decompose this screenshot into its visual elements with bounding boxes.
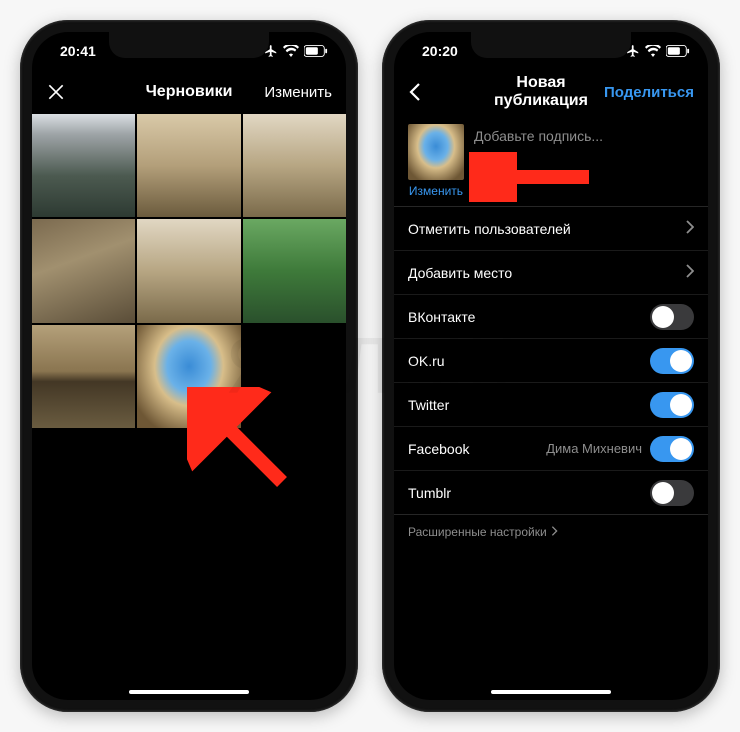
chevron-right-icon (551, 525, 558, 539)
wifi-icon (283, 45, 299, 57)
close-button[interactable] (46, 82, 116, 102)
status-time: 20:41 (60, 43, 96, 59)
nav-title: Черновики (116, 83, 262, 101)
home-indicator (129, 690, 249, 694)
twitter-toggle[interactable] (650, 392, 694, 418)
facebook-account: Дима Михневич (546, 441, 642, 456)
row-tumblr: Tumblr (394, 471, 708, 515)
row-vk: ВКонтакте (394, 295, 708, 339)
close-icon (46, 82, 66, 102)
facebook-toggle[interactable] (650, 436, 694, 462)
notch (471, 32, 631, 58)
nav-title: Новая публикация (478, 74, 604, 110)
advanced-settings[interactable]: Расширенные настройки (394, 515, 708, 549)
notch (109, 32, 269, 58)
draft-thumb[interactable] (243, 114, 346, 217)
edit-button[interactable]: Изменить (262, 84, 332, 101)
row-label: ВКонтакте (408, 309, 475, 325)
chevron-left-icon (408, 82, 422, 102)
draft-thumb[interactable] (32, 219, 135, 322)
row-label: Добавить место (408, 265, 512, 281)
draft-thumb[interactable] (137, 114, 240, 217)
status-icons (264, 44, 328, 58)
back-button[interactable] (408, 82, 478, 102)
draft-thumb[interactable] (137, 325, 240, 428)
battery-icon (304, 45, 328, 57)
draft-thumb[interactable] (32, 325, 135, 428)
caption-input[interactable]: Добавьте подпись... (474, 124, 694, 144)
row-label: Twitter (408, 397, 449, 413)
okru-toggle[interactable] (650, 348, 694, 374)
chevron-right-icon (686, 264, 694, 281)
draft-thumb[interactable] (32, 114, 135, 217)
home-indicator (491, 690, 611, 694)
row-label: Отметить пользователей (408, 221, 571, 237)
compose-thumbnail[interactable] (408, 124, 464, 180)
draft-thumb[interactable] (137, 219, 240, 322)
row-tag-users[interactable]: Отметить пользователей (394, 207, 708, 251)
navbar-compose: Новая публикация Поделиться (394, 70, 708, 114)
status-icons (626, 44, 690, 58)
row-add-location[interactable]: Добавить место (394, 251, 708, 295)
chevron-right-icon (686, 220, 694, 237)
row-label: OK.ru (408, 353, 445, 369)
row-twitter: Twitter (394, 383, 708, 427)
row-facebook: Facebook Дима Михневич (394, 427, 708, 471)
vk-toggle[interactable] (650, 304, 694, 330)
phone-right: 20:20 Новая публикация Поделиться Измени… (382, 20, 720, 712)
edit-link[interactable]: Изменить (409, 184, 463, 198)
compose-header: Изменить Добавьте подпись... (394, 114, 708, 206)
draft-thumb[interactable] (243, 219, 346, 322)
drafts-grid (32, 114, 346, 428)
row-label: Facebook (408, 441, 469, 457)
navbar-drafts: Черновики Изменить (32, 70, 346, 114)
wifi-icon (645, 45, 661, 57)
advanced-label: Расширенные настройки (408, 525, 547, 539)
row-okru: OK.ru (394, 339, 708, 383)
phone-left: 20:41 Черновики Изменить (20, 20, 358, 712)
share-button[interactable]: Поделиться (604, 84, 694, 101)
row-label: Tumblr (408, 485, 451, 501)
tumblr-toggle[interactable] (650, 480, 694, 506)
status-time: 20:20 (422, 43, 458, 59)
battery-icon (666, 45, 690, 57)
draft-empty (243, 325, 346, 428)
